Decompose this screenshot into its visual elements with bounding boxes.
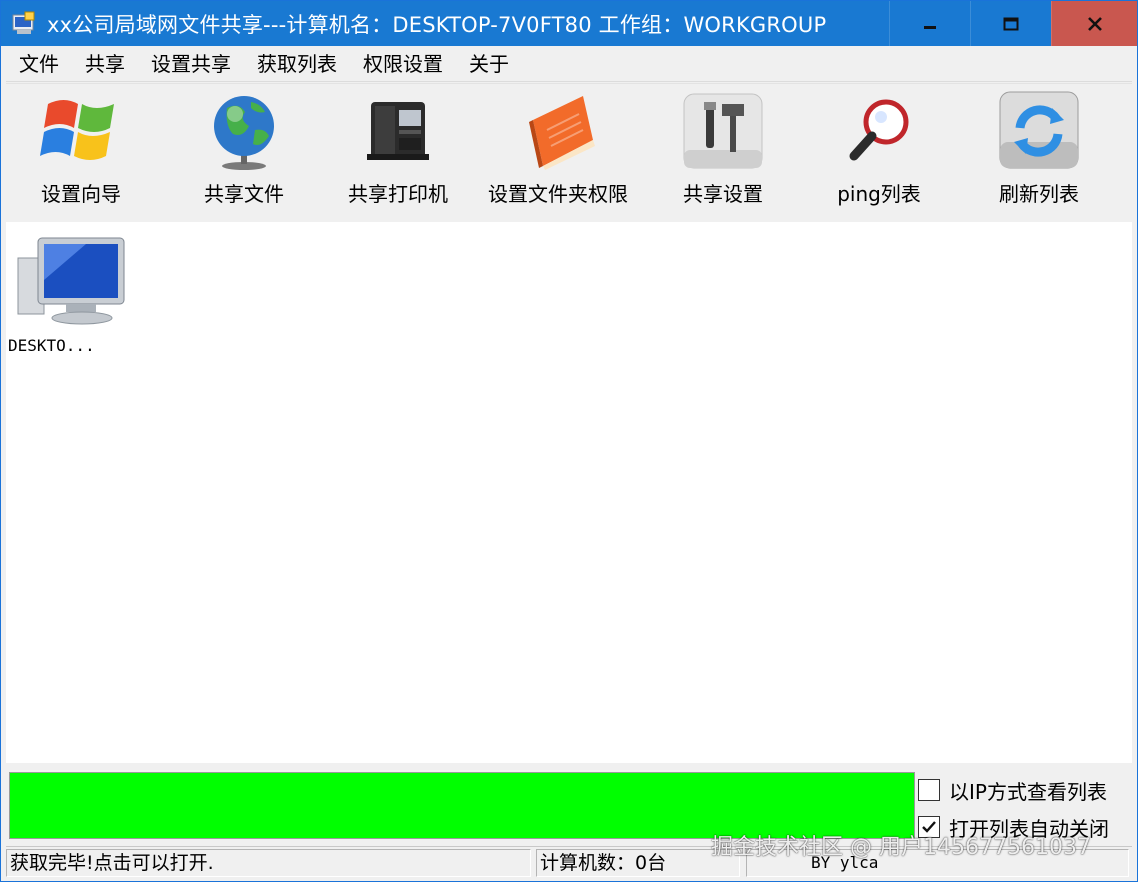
share-settings-button[interactable]: 共享设置	[678, 90, 768, 218]
minimize-button[interactable]	[889, 1, 969, 46]
view-by-ip-label: 以IP方式查看列表	[949, 779, 1107, 804]
view-by-ip-checkbox[interactable]	[918, 779, 940, 801]
close-button[interactable]	[1051, 1, 1137, 46]
tool-label: 设置向导	[41, 182, 121, 206]
share-file-button[interactable]: 共享文件	[199, 90, 289, 218]
menu-bar: 文件 共享 设置共享 获取列表 权限设置 关于	[6, 46, 1132, 82]
refresh-icon	[994, 90, 1084, 170]
computer-count: 计算机数：0台	[536, 849, 740, 877]
app-window: xx公司局域网文件共享---计算机名：DESKTOP-7V0FT80 工作组：W…	[0, 0, 1138, 882]
menu-file[interactable]: 文件	[6, 46, 72, 82]
title-bar[interactable]: xx公司局域网文件共享---计算机名：DESKTOP-7V0FT80 工作组：W…	[1, 1, 1137, 46]
folder-permission-button[interactable]: 设置文件夹权限	[488, 90, 628, 218]
minimize-icon	[923, 25, 936, 29]
computer-list[interactable]: DESKTO...	[6, 222, 1132, 763]
menu-get-list[interactable]: 获取列表	[244, 46, 350, 82]
view-by-ip-option[interactable]: 以IP方式查看列表	[918, 775, 1107, 805]
setup-wizard-button[interactable]: 设置向导	[36, 90, 126, 218]
app-icon	[11, 11, 37, 37]
maximize-icon	[1003, 17, 1018, 30]
maximize-button[interactable]	[970, 1, 1050, 46]
tool-label: 共享设置	[683, 182, 763, 206]
notebook-icon	[513, 90, 603, 170]
tool-label: 共享打印机	[348, 182, 448, 206]
refresh-list-button[interactable]: 刷新列表	[994, 90, 1084, 218]
share-printer-button[interactable]: 共享打印机	[348, 90, 448, 218]
menu-permissions[interactable]: 权限设置	[350, 46, 456, 82]
status-message: 获取完毕!点击可以打开.	[6, 849, 531, 877]
window-title: xx公司局域网文件共享---计算机名：DESKTOP-7V0FT80 工作组：W…	[47, 12, 827, 37]
magnifier-icon	[834, 90, 924, 170]
globe-icon	[199, 90, 289, 170]
tools-icon	[678, 90, 768, 170]
tool-label: ping列表	[837, 182, 921, 206]
ping-list-button[interactable]: ping列表	[834, 90, 924, 218]
toolbar: 设置向导 共享文件 共享打印机 设置文件夹权限 共享设置 ping列表 刷新列表	[6, 83, 1132, 221]
tool-label: 设置文件夹权限	[488, 182, 628, 206]
menu-about[interactable]: 关于	[456, 46, 522, 82]
tool-label: 共享文件	[204, 182, 284, 206]
windows-logo-icon	[36, 90, 126, 170]
tool-label: 刷新列表	[999, 182, 1079, 206]
computer-icon	[17, 237, 125, 325]
menu-set-share[interactable]: 设置共享	[138, 46, 244, 82]
close-icon	[1087, 16, 1102, 31]
watermark: 掘金技术社区 @ 用户1456775610​37	[711, 835, 1091, 860]
printer-icon	[353, 90, 443, 170]
menu-share[interactable]: 共享	[72, 46, 138, 82]
computer-label: DESKTO...	[8, 336, 95, 355]
